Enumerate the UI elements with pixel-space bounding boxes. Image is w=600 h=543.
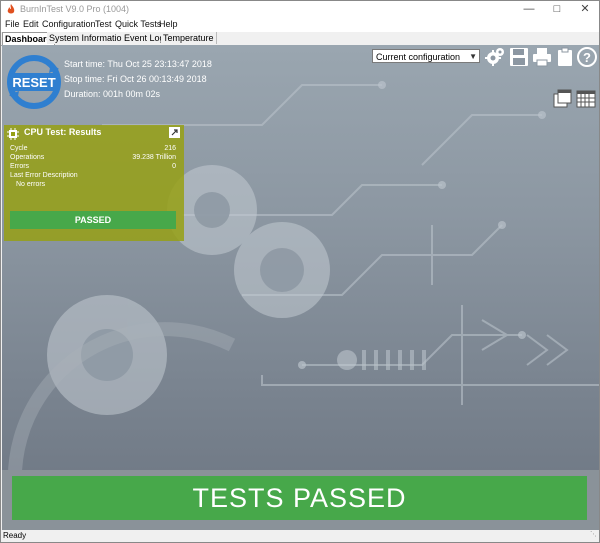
close-button[interactable]: ✕ xyxy=(571,1,599,18)
tab-bar: Dashboard System Information Event Log T… xyxy=(1,32,599,46)
configuration-select-value: Current configuration xyxy=(376,52,461,62)
app-window: BurnInTest V9.0 Pro (1004) — □ ✕ File Ed… xyxy=(0,0,600,543)
configuration-select[interactable]: Current configuration ▼ xyxy=(372,49,480,63)
windows-view-icon[interactable] xyxy=(553,89,573,109)
printer-icon[interactable] xyxy=(532,47,552,67)
menu-quick-tests[interactable]: Quick Tests xyxy=(115,19,161,29)
tab-temperature[interactable]: Temperature xyxy=(161,32,217,44)
menu-configuration[interactable]: Configuration xyxy=(42,19,96,29)
last-error-label: Last Error Description xyxy=(10,172,78,179)
clipboard-icon[interactable] xyxy=(555,47,575,67)
menu-help[interactable]: Help xyxy=(159,19,178,29)
save-icon[interactable] xyxy=(509,47,529,67)
tests-passed-banner: TESTS PASSED xyxy=(12,476,587,520)
operations-value: 39.238 Trillion xyxy=(132,154,176,161)
cycle-value: 216 xyxy=(164,145,176,152)
status-text: Ready xyxy=(3,531,27,540)
error-description: No errors xyxy=(16,181,46,188)
reset-label: RESET xyxy=(12,75,55,90)
cycle-label: Cycle xyxy=(10,145,28,152)
start-time: Start time: Thu Oct 25 23:13:47 2018 xyxy=(64,59,212,69)
reset-button[interactable]: RESET xyxy=(7,55,61,109)
duration: Duration: 001h 00m 02s xyxy=(64,89,161,99)
cpu-panel-title: CPU Test: Results xyxy=(24,127,102,137)
gear-circuit-background xyxy=(7,81,599,528)
gears-icon[interactable] xyxy=(485,47,505,67)
grid-view-icon[interactable] xyxy=(576,89,596,109)
window-title: BurnInTest V9.0 Pro (1004) xyxy=(20,4,130,14)
tab-system-information[interactable]: System Information xyxy=(47,32,130,44)
status-bar: Ready ⋱ xyxy=(1,530,599,542)
menu-test[interactable]: Test xyxy=(95,19,112,29)
errors-value: 0 xyxy=(172,163,176,170)
menu-edit[interactable]: Edit xyxy=(23,19,39,29)
chevron-down-icon: ▼ xyxy=(469,52,477,61)
stop-time: Stop time: Fri Oct 26 00:13:49 2018 xyxy=(64,74,207,84)
operations-label: Operations xyxy=(10,154,45,161)
cpu-test-panel: CPU Test: Results Cycle 216 Operations 3… xyxy=(4,125,184,241)
help-icon[interactable]: ? xyxy=(577,47,597,67)
flame-app-icon xyxy=(7,4,15,14)
cpu-chip-icon xyxy=(7,128,19,140)
title-bar: BurnInTest V9.0 Pro (1004) — □ ✕ xyxy=(1,1,599,18)
result-bar: TESTS PASSED xyxy=(2,470,599,530)
expand-icon[interactable] xyxy=(169,127,180,138)
errors-label: Errors xyxy=(10,163,30,170)
resize-grip-icon[interactable]: ⋱ xyxy=(590,529,597,541)
dashboard-panel: RESET Start time: Thu Oct 25 23:13:47 20… xyxy=(2,45,599,530)
maximize-button[interactable]: □ xyxy=(543,1,571,18)
menu-file[interactable]: File xyxy=(5,19,20,29)
minimize-button[interactable]: — xyxy=(515,1,543,18)
menu-bar: File Edit Configuration Test Quick Tests… xyxy=(1,18,599,32)
svg-text:?: ? xyxy=(583,50,591,65)
cpu-passed-badge: PASSED xyxy=(10,211,176,229)
